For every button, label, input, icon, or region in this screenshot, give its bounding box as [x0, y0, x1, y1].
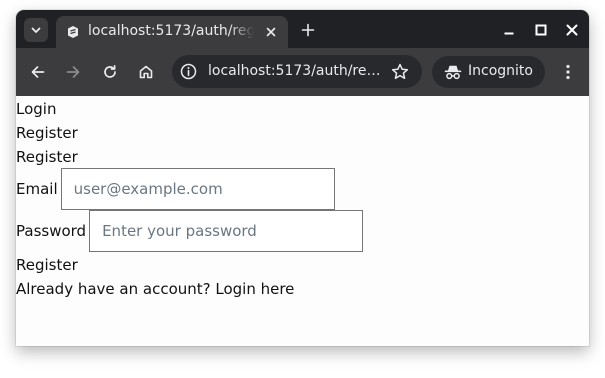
email-label: Email — [16, 180, 58, 198]
bookmark-star-icon[interactable] — [390, 62, 410, 82]
maximize-button[interactable] — [531, 20, 551, 40]
tab-search-button[interactable] — [24, 18, 48, 42]
reload-button[interactable] — [100, 62, 120, 82]
new-tab-button[interactable] — [298, 20, 318, 40]
more-vertical-icon — [566, 64, 570, 80]
active-tab[interactable]: localhost:5173/auth/register — [56, 16, 288, 48]
browser-menu-button[interactable] — [558, 62, 578, 82]
incognito-icon — [444, 65, 462, 80]
plus-icon — [301, 23, 315, 37]
browser-window: localhost:5173/auth/register — [16, 10, 589, 346]
nav-register-link[interactable]: Register — [16, 122, 78, 144]
chevron-down-icon — [31, 27, 41, 33]
email-field[interactable] — [60, 168, 335, 210]
login-prompt-link[interactable]: Already have an account? Login here — [16, 278, 294, 300]
page-heading: Register — [16, 148, 78, 166]
password-label: Password — [16, 222, 87, 240]
close-window-button[interactable] — [562, 20, 582, 40]
back-button[interactable] — [28, 62, 48, 82]
maximize-icon — [535, 24, 547, 36]
info-icon[interactable] — [180, 63, 197, 80]
reload-icon — [104, 64, 116, 78]
minimize-icon — [504, 32, 514, 35]
tab-close-button[interactable] — [263, 24, 279, 40]
page-favicon-icon — [68, 26, 78, 38]
incognito-label: Incognito — [468, 63, 533, 79]
tab-strip: localhost:5173/auth/register — [16, 10, 589, 48]
home-icon — [139, 65, 153, 79]
page-content: Login Register Register Email Password R… — [16, 96, 589, 346]
close-icon — [566, 24, 578, 36]
address-url[interactable]: localhost:5173/auth/reg... — [208, 63, 386, 79]
arrow-left-icon — [31, 66, 45, 78]
browser-toolbar: localhost:5173/auth/reg... Incognito — [16, 48, 589, 96]
tab-title: localhost:5173/auth/register — [88, 23, 254, 39]
minimize-button[interactable] — [499, 20, 519, 40]
forward-button[interactable] — [63, 62, 83, 82]
incognito-badge[interactable]: Incognito — [432, 56, 545, 88]
arrow-right-icon — [66, 66, 80, 78]
register-submit-button[interactable]: Register — [16, 254, 78, 276]
address-bar[interactable]: localhost:5173/auth/reg... — [172, 55, 422, 88]
nav-login-link[interactable]: Login — [16, 98, 56, 120]
password-field[interactable] — [89, 210, 364, 252]
email-row: Email — [16, 168, 335, 210]
close-icon — [266, 27, 276, 37]
password-row: Password — [16, 210, 364, 252]
home-button[interactable] — [136, 62, 156, 82]
